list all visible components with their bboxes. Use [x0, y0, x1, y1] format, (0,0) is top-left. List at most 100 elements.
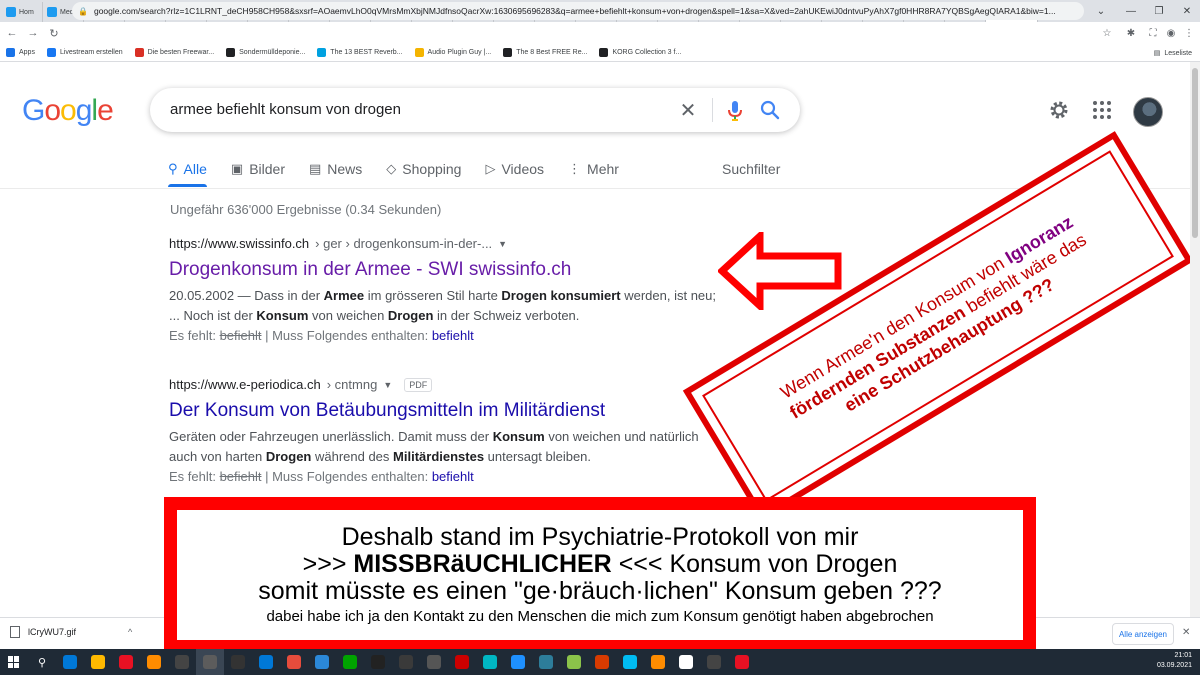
tag-icon: ◇	[386, 161, 397, 176]
taskbar-app[interactable]	[280, 649, 308, 675]
browser-menu-icon[interactable]: ⋮	[1180, 22, 1198, 44]
app-icon	[231, 655, 245, 669]
taskbar-app[interactable]	[336, 649, 364, 675]
extensions-icon[interactable]: ✱	[1122, 22, 1140, 44]
reading-list-label: Leseliste	[1164, 49, 1192, 57]
start-button[interactable]	[0, 649, 28, 675]
taskbar-app[interactable]	[476, 649, 504, 675]
taskbar-app[interactable]	[504, 649, 532, 675]
result-title[interactable]: Drogenkonsum in der Armee - SWI swissinf…	[169, 259, 729, 281]
taskbar-app[interactable]	[224, 649, 252, 675]
taskbar-app[interactable]	[140, 649, 168, 675]
result-url[interactable]: https://www.e-periodica.ch › cntmng ▼ PD…	[169, 377, 729, 392]
must-include-link[interactable]: befiehlt	[432, 469, 474, 484]
close-icon[interactable]: ✕	[1182, 627, 1190, 638]
taskbar-app[interactable]	[728, 649, 756, 675]
search-icon[interactable]: ⚲	[28, 649, 56, 675]
taskbar-app[interactable]	[644, 649, 672, 675]
taskbar-app[interactable]	[112, 649, 140, 675]
account-avatar[interactable]	[1133, 97, 1163, 127]
profile-icon[interactable]: ◉	[1162, 22, 1180, 44]
tab-all[interactable]: ⚲ Alle	[168, 161, 207, 187]
search-box[interactable]: armee befiehlt konsum von drogen	[150, 88, 800, 132]
screen: HomMediVideUmvPinkTweecelicPinkPinkhackw…	[0, 0, 1200, 675]
snippet-highlight: Drogen	[387, 308, 434, 323]
scrollbar-thumb[interactable]	[1192, 68, 1198, 238]
tab-images[interactable]: ▣ Bilder	[231, 161, 285, 177]
taskbar-app[interactable]	[168, 649, 196, 675]
browser-toolbar: ← → ↻	[0, 22, 1200, 44]
close-window-button[interactable]: ✕	[1174, 0, 1200, 22]
bookmark-item[interactable]: Sondermülldeponie...	[226, 48, 305, 57]
download-item[interactable]: lCryWU7.gif	[10, 626, 76, 638]
taskbar-app[interactable]	[392, 649, 420, 675]
tab-search-icon[interactable]: ⌄	[1088, 0, 1114, 22]
browser-tab[interactable]: Hom	[2, 2, 43, 22]
bookmark-label: The 8 Best FREE Re...	[516, 49, 588, 56]
bookmark-label: Apps	[19, 49, 35, 56]
must-include-link[interactable]: befiehlt	[432, 328, 474, 343]
microphone-icon[interactable]	[726, 99, 744, 123]
search-tools-button[interactable]: Suchfilter	[722, 158, 780, 180]
minimize-button[interactable]: —	[1118, 0, 1144, 22]
news-icon: ▤	[308, 161, 322, 176]
gear-icon[interactable]	[1048, 99, 1070, 121]
bookmark-item[interactable]: Die besten Freewar...	[134, 48, 214, 57]
chevron-down-icon[interactable]: ▼	[383, 380, 392, 390]
tab-news[interactable]: ▤ News	[309, 161, 362, 177]
overlay-line-2: >>> MISSBRäUCHLICHER <<< Konsum von Drog…	[303, 550, 898, 578]
google-apps-icon[interactable]	[1093, 101, 1111, 119]
taskbar-app[interactable]	[420, 649, 448, 675]
tab-videos[interactable]: ▷ Videos	[485, 161, 544, 177]
page-scrollbar[interactable]	[1190, 62, 1200, 617]
taskbar-app[interactable]	[308, 649, 336, 675]
reading-list[interactable]: ▤ Leseliste	[1154, 44, 1192, 62]
taskbar-app[interactable]	[196, 649, 224, 675]
taskbar-app[interactable]	[560, 649, 588, 675]
taskbar-app[interactable]	[364, 649, 392, 675]
windows-taskbar: ⚲	[0, 649, 1200, 675]
search-divider	[712, 98, 713, 122]
system-clock[interactable]: 21:01 03.09.2021	[1157, 651, 1192, 671]
result-title[interactable]: Der Konsum von Betäubungsmitteln im Mili…	[169, 400, 729, 422]
missing-word: befiehlt	[219, 469, 262, 484]
taskbar-app[interactable]	[56, 649, 84, 675]
search-input[interactable]: armee befiehlt konsum von drogen	[170, 101, 401, 118]
taskbar-app[interactable]	[672, 649, 700, 675]
bookmark-item[interactable]: Livestream erstellen	[46, 48, 123, 57]
taskbar-app[interactable]	[84, 649, 112, 675]
taskbar-app[interactable]	[588, 649, 616, 675]
taskbar-app[interactable]	[700, 649, 728, 675]
taskbar-app[interactable]	[616, 649, 644, 675]
result-url[interactable]: https://www.swissinfo.ch › ger › drogenk…	[169, 236, 729, 251]
taskbar-app[interactable]	[252, 649, 280, 675]
bookmark-item[interactable]: Apps	[6, 48, 35, 57]
maximize-button[interactable]: ❐	[1146, 0, 1172, 22]
bookmark-favicon-icon	[226, 48, 236, 57]
bookmark-item[interactable]: Audio Plugin Guy |...	[414, 48, 491, 57]
file-icon	[10, 626, 20, 638]
reload-icon[interactable]: ↻	[45, 24, 63, 42]
forward-icon[interactable]: →	[24, 24, 42, 42]
show-all-downloads-button[interactable]: Alle anzeigen	[1112, 623, 1174, 645]
app-icon	[455, 655, 469, 669]
extension-icon[interactable]: ⛶	[1144, 22, 1162, 44]
bookmark-item[interactable]: The 8 Best FREE Re...	[503, 48, 587, 57]
taskbar-app[interactable]	[448, 649, 476, 675]
back-icon[interactable]: ←	[3, 24, 21, 42]
tab-shopping[interactable]: ◇ Shopping	[386, 161, 461, 177]
bookmark-item[interactable]: KORG Collection 3 f...	[599, 48, 681, 57]
chevron-up-icon[interactable]: ^	[128, 627, 132, 637]
taskbar-app[interactable]	[532, 649, 560, 675]
google-logo[interactable]: Google	[22, 94, 114, 128]
chevron-down-icon[interactable]: ▼	[498, 239, 507, 249]
search-icon[interactable]	[760, 100, 780, 120]
app-icon	[427, 655, 441, 669]
tab-more[interactable]: ⋮ Mehr	[568, 161, 619, 177]
download-filename: lCryWU7.gif	[28, 627, 77, 637]
clear-search-icon[interactable]: ✕	[678, 98, 698, 123]
address-bar[interactable]: 🔒 google.com/search?rlz=1C1LRNT_deCH958C…	[72, 2, 1084, 20]
bookmark-item[interactable]: The 13 BEST Reverb...	[317, 48, 403, 57]
bookmark-star-icon[interactable]: ☆	[1098, 22, 1116, 44]
search-tabs: ⚲ Alle ▣ Bilder ▤ News ◇ Shopping ▷ Videos ⋮ M…	[168, 158, 643, 187]
